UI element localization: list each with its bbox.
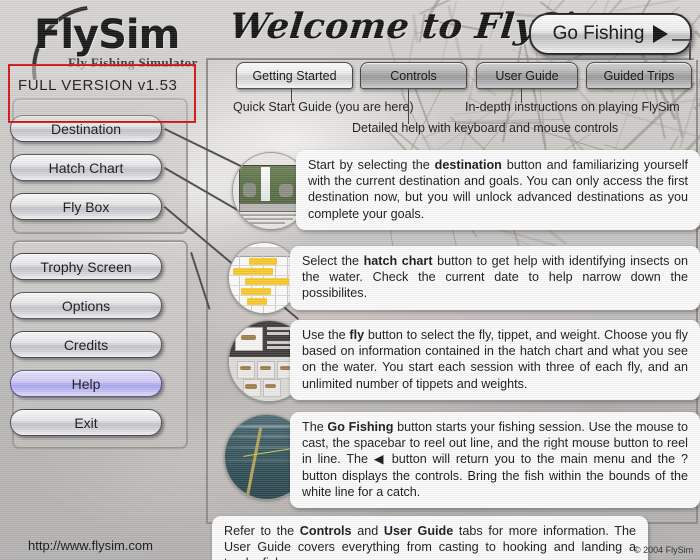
go-fishing-connector-stub xyxy=(672,39,690,41)
card-go-fishing: The Go Fishing button starts your fishin… xyxy=(290,412,700,509)
tab-getting-started[interactable]: Getting Started xyxy=(236,62,353,89)
website-link[interactable]: http://www.flysim.com xyxy=(28,538,153,553)
tab-bar: Getting Started Controls User Guide Guid… xyxy=(206,62,696,89)
card-footer-pre: Refer to the xyxy=(224,524,300,538)
go-fishing-label: Go Fishing xyxy=(552,23,645,44)
card-fly-box: Use the fly button to select the fly, ti… xyxy=(290,320,700,400)
card-destination: Start by selecting the destination butto… xyxy=(296,150,700,230)
sidebar-item-help[interactable]: Help xyxy=(10,370,162,397)
go-fishing-connector-line xyxy=(689,40,691,60)
sidebar-item-exit[interactable]: Exit xyxy=(10,409,162,436)
copyright-notice: © 2004 FlySim xyxy=(634,545,694,555)
card-footer-bold-controls: Controls xyxy=(299,524,352,538)
version-label: FULL VERSION v1.53 xyxy=(18,77,178,94)
tab-controls[interactable]: Controls xyxy=(360,62,467,89)
flysim-main-menu-window: FlySim Fly Fishing Simulator Welcome to … xyxy=(0,0,700,560)
go-fishing-button[interactable]: Go Fishing xyxy=(529,13,692,55)
card-go-fishing-bold: Go Fishing xyxy=(327,420,394,434)
card-go-fishing-pre: The xyxy=(302,420,328,434)
sidebar-item-fly-box[interactable]: Fly Box xyxy=(10,193,162,220)
tab-user-guide[interactable]: User Guide xyxy=(476,62,578,89)
card-footer-mid: and xyxy=(351,524,384,538)
sidebar-item-credits[interactable]: Credits xyxy=(10,331,162,358)
card-fly-box-pre: Use the xyxy=(302,328,350,342)
sidebar-item-options[interactable]: Options xyxy=(10,292,162,319)
play-triangle-icon xyxy=(653,25,669,43)
tab-guided-trips[interactable]: Guided Trips xyxy=(586,62,692,89)
card-hatch-chart-bold: hatch chart xyxy=(363,254,433,268)
card-footer-reference: Refer to the Controls and User Guide tab… xyxy=(212,516,648,560)
card-fly-box-bold: fly xyxy=(349,328,365,342)
tab-caption-controls: Detailed help with keyboard and mouse co… xyxy=(352,121,619,135)
card-hatch-chart-pre: Select the xyxy=(302,254,364,268)
card-destination-bold: destination xyxy=(434,158,502,172)
card-footer-bold-user-guide: User Guide xyxy=(383,524,454,538)
tab-caption-user-guide: In-depth instructions on playing FlySim xyxy=(465,100,680,114)
sidebar-item-hatch-chart[interactable]: Hatch Chart xyxy=(10,154,162,181)
card-hatch-chart: Select the hatch chart button to get hel… xyxy=(290,246,700,310)
card-destination-pre: Start by selecting the xyxy=(308,158,435,172)
sidebar-item-trophy-screen[interactable]: Trophy Screen xyxy=(10,253,162,280)
tab-caption-getting-started: Quick Start Guide (you are here) xyxy=(233,100,414,114)
